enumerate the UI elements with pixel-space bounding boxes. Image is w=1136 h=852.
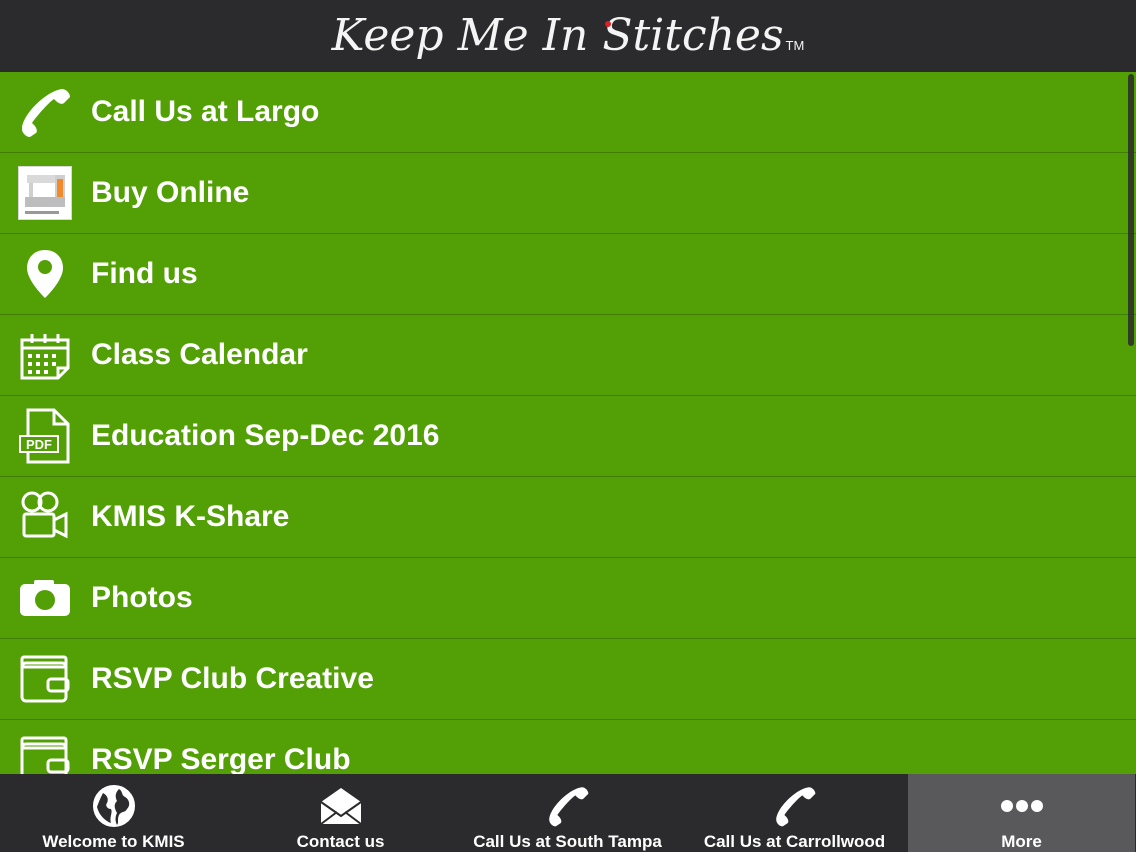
envelope-icon <box>317 782 365 830</box>
menu-item-label: Education Sep-Dec 2016 <box>91 419 440 452</box>
wallet-form-icon <box>17 732 73 774</box>
calendar-icon <box>17 327 73 383</box>
app-screen: Keep Me In StitchesTM Call Us at Largo <box>0 0 1136 852</box>
tab-label: Welcome to KMIS <box>42 832 185 851</box>
menu-item-find-us[interactable]: Find us <box>0 234 1136 315</box>
tab-label: Call Us at South Tampa <box>473 832 662 851</box>
phone-icon <box>771 782 819 830</box>
menu-item-k-share[interactable]: KMIS K-Share <box>0 477 1136 558</box>
tab-label: Call Us at Carrollwood <box>703 832 886 851</box>
menu-item-rsvp-serger-club[interactable]: RSVP Serger Club <box>0 720 1136 774</box>
more-dots-icon <box>998 782 1046 830</box>
logo-text: Keep Me In Stitches <box>331 10 784 61</box>
pdf-icon-text: PDF <box>26 437 52 452</box>
menu-item-photos[interactable]: Photos <box>0 558 1136 639</box>
menu-list[interactable]: Call Us at Largo Buy Online Find us Clas… <box>0 72 1136 774</box>
tab-label: Contact us <box>296 832 385 851</box>
tab-more[interactable]: More <box>908 774 1135 852</box>
menu-item-label: Find us <box>91 257 198 290</box>
wallet-form-icon <box>17 651 73 707</box>
phone-icon <box>17 84 73 140</box>
tab-contact-us[interactable]: Contact us <box>227 774 454 852</box>
camera-icon <box>17 570 73 626</box>
app-header: Keep Me In Stitches TM <box>0 0 1136 72</box>
phone-icon <box>544 782 592 830</box>
bottom-tab-bar: Welcome to KMIS Contact us Call Us at So… <box>0 774 1136 852</box>
pdf-icon: PDF <box>17 408 73 464</box>
menu-item-label: Class Calendar <box>91 338 308 371</box>
menu-item-rsvp-club-creative[interactable]: RSVP Club Creative <box>0 639 1136 720</box>
menu-item-label: RSVP Serger Club <box>91 743 351 774</box>
menu-item-buy-online[interactable]: Buy Online <box>0 153 1136 234</box>
globe-icon <box>90 782 138 830</box>
menu-item-label: Buy Online <box>91 176 250 209</box>
tab-welcome[interactable]: Welcome to KMIS <box>0 774 227 852</box>
menu-item-label: Photos <box>91 581 193 614</box>
menu-item-label: RSVP Club Creative <box>91 662 374 695</box>
sewing-machine-thumbnail <box>17 165 73 221</box>
logo-trademark: TM <box>785 38 805 53</box>
menu-item-label: Call Us at Largo <box>91 95 320 128</box>
video-camera-icon <box>17 489 73 545</box>
tab-call-south-tampa[interactable]: Call Us at South Tampa <box>454 774 681 852</box>
logo-red-dot <box>604 21 611 27</box>
menu-item-call-largo[interactable]: Call Us at Largo <box>0 72 1136 153</box>
tab-call-carrollwood[interactable]: Call Us at Carrollwood <box>681 774 908 852</box>
tab-label: More <box>1001 832 1042 851</box>
app-logo: Keep Me In Stitches TM <box>332 14 805 58</box>
map-pin-icon <box>17 246 73 302</box>
menu-item-class-calendar[interactable]: Class Calendar <box>0 315 1136 396</box>
menu-item-education[interactable]: PDF Education Sep-Dec 2016 <box>0 396 1136 477</box>
list-scrollbar[interactable] <box>1128 74 1134 346</box>
menu-item-label: KMIS K-Share <box>91 500 290 533</box>
